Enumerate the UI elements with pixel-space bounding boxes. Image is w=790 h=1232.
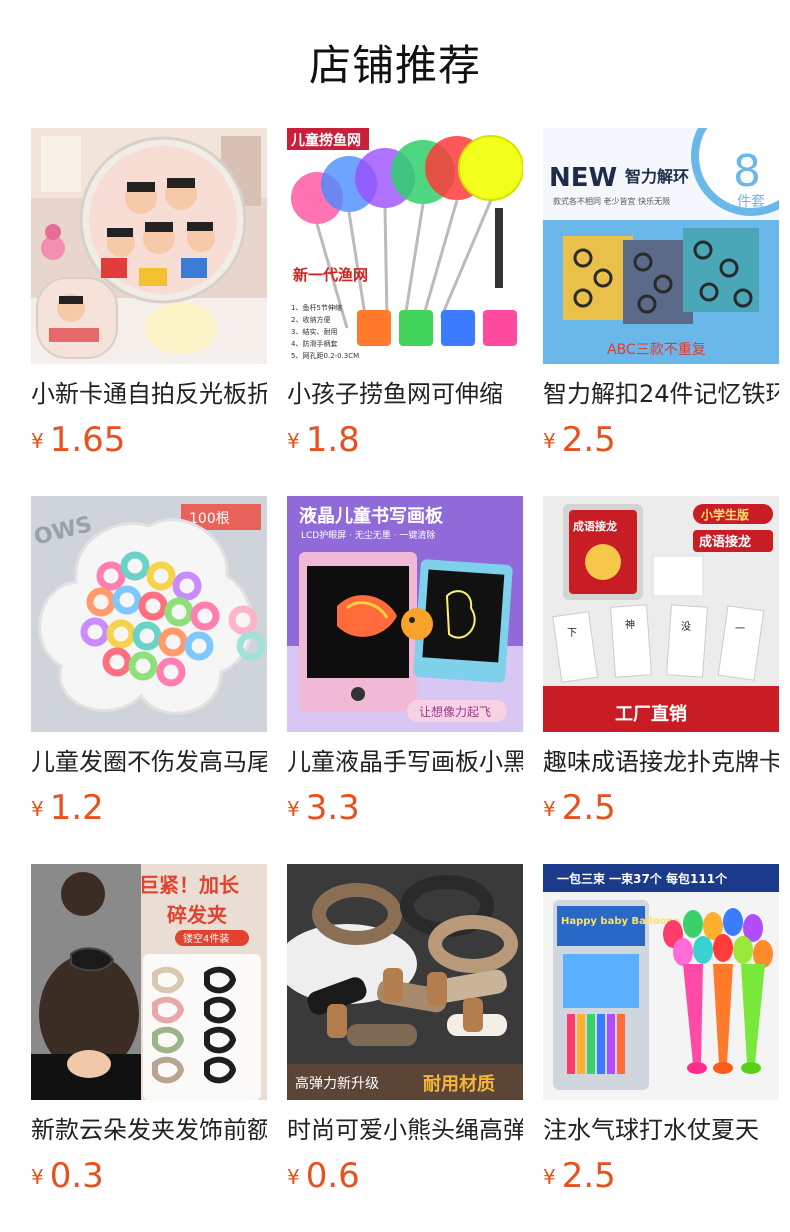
product-price: ¥0.3 [31, 1156, 104, 1196]
product-price: ¥2.5 [543, 420, 616, 460]
image-sub-text: 碎发夹 [167, 903, 227, 927]
product-name[interactable]: 注水气球打水仗夏天 [543, 1114, 779, 1146]
image-sub-text: 成语接龙 [699, 534, 751, 550]
product-price: ¥0.6 [287, 1156, 360, 1196]
image-badge-text: 儿童捞鱼网 [290, 132, 361, 149]
image-list-4: 4、防滑手柄套 [291, 339, 337, 348]
svg-text:8: 8 [733, 146, 761, 197]
product-price: ¥2.5 [543, 1156, 616, 1196]
image-list-1: 1、鱼杆5节伸缩 [291, 303, 342, 312]
product-name[interactable]: 小孩子捞鱼网可伸缩 [287, 378, 523, 410]
currency-symbol: ¥ [287, 1165, 300, 1189]
svg-text:没: 没 [681, 621, 691, 633]
product-name[interactable]: 时尚可爱小熊头绳高弹力 [287, 1114, 523, 1146]
product-price: ¥3.3 [287, 788, 360, 828]
image-badge-text: 液晶儿童书写画板 [299, 505, 444, 527]
product-name[interactable]: 新款云朵发夹发饰前额 [31, 1114, 267, 1146]
price-value: 0.3 [49, 1156, 104, 1196]
image-caption-text: 工厂直销 [615, 703, 687, 725]
page-title: 店铺推荐 [308, 41, 481, 90]
image-badge-text: 小学生版 [701, 507, 749, 522]
currency-symbol: ¥ [31, 429, 44, 453]
image-caption-text: 高弹力新升级 [295, 1075, 379, 1092]
image-list-5: 5、网孔距0.2-0.3CM [291, 352, 359, 360]
product-image[interactable]: 儿童捞鱼网 新一代渔网 1、鱼杆5节伸缩 2、收纳方便 3、结实、耐用 4、防滑… [287, 128, 523, 364]
svg-text:件套: 件套 [737, 194, 765, 210]
product-name[interactable]: 儿童液晶手写画板小黑板 [287, 746, 523, 778]
price-value: 3.3 [305, 788, 360, 828]
image-caption-text: ABC三款不重复 [607, 341, 706, 358]
product-image[interactable]: 小学生版 成语接龙 成语接龙 下 神 没 一 工厂直销 [543, 496, 779, 732]
currency-symbol: ¥ [543, 797, 556, 821]
image-sub-text: 智力解环 [625, 167, 689, 186]
svg-text:一: 一 [735, 624, 745, 635]
currency-symbol: ¥ [543, 429, 556, 453]
product-name[interactable]: 儿童发圈不伤发高马尾 [31, 746, 267, 778]
price-value: 2.5 [561, 420, 616, 460]
svg-text:下: 下 [567, 628, 577, 639]
price-value: 1.65 [49, 420, 126, 460]
image-brand-text: Happy baby Balloons [561, 916, 680, 927]
image-brand-text: NEW [549, 163, 617, 193]
product-image[interactable]: 高弹力新升级 耐用材质 [287, 864, 523, 1100]
price-value: 1.8 [305, 420, 360, 460]
price-value: 0.6 [305, 1156, 360, 1196]
product-price: ¥1.65 [31, 420, 125, 460]
image-caption-text: 让想像力起飞 [419, 704, 491, 719]
image-caption2-text: 耐用材质 [423, 1073, 495, 1095]
currency-symbol: ¥ [543, 1165, 556, 1189]
currency-symbol: ¥ [31, 1165, 44, 1189]
price-value: 2.5 [561, 788, 616, 828]
image-list-3: 3、结实、耐用 [291, 327, 337, 336]
product-image[interactable]: 8 件套 NEW 智力解环 款式各不相同 老少皆宜 快乐无限 ABC三款不重复 [543, 128, 779, 364]
product-price: ¥1.2 [31, 788, 104, 828]
product-image[interactable]: 巨紧！加长 碎发夹 镂空4件装 [31, 864, 267, 1100]
product-price: ¥2.5 [543, 788, 616, 828]
image-sub-text: LCD护眼屏 · 无尘无墨 · 一键清除 [301, 529, 435, 541]
image-box-text: 成语接龙 [573, 519, 617, 533]
currency-symbol: ¥ [287, 797, 300, 821]
currency-symbol: ¥ [287, 429, 300, 453]
image-badge-text: 巨紧！加长 [139, 873, 240, 897]
price-value: 1.2 [49, 788, 104, 828]
product-name[interactable]: 智力解扣24件记忆铁环 [543, 378, 779, 410]
product-image[interactable]: 液晶儿童书写画板 LCD护眼屏 · 无尘无墨 · 一键清除 让想像力起飞 [287, 496, 523, 732]
image-caption-text: 新一代渔网 [293, 266, 368, 284]
product-image[interactable] [31, 128, 267, 364]
svg-text:神: 神 [625, 618, 635, 631]
image-tag-text: 镂空4件装 [183, 932, 229, 945]
product-name[interactable]: 小新卡通自拍反光板折叠 [31, 378, 267, 410]
image-badge-text: 一包三束 一束37个 每包111个 [557, 871, 728, 886]
product-price: ¥1.8 [287, 420, 360, 460]
image-tagline-text: 款式各不相同 老少皆宜 快乐无限 [553, 196, 670, 206]
image-list-2: 2、收纳方便 [291, 315, 330, 324]
product-image[interactable]: OWS 100根 [31, 496, 267, 732]
product-name[interactable]: 趣味成语接龙扑克牌卡片 [543, 746, 779, 778]
currency-symbol: ¥ [31, 797, 44, 821]
product-image[interactable]: 一包三束 一束37个 每包111个 Happy baby Balloons [543, 864, 779, 1100]
price-value: 2.5 [561, 1156, 616, 1196]
